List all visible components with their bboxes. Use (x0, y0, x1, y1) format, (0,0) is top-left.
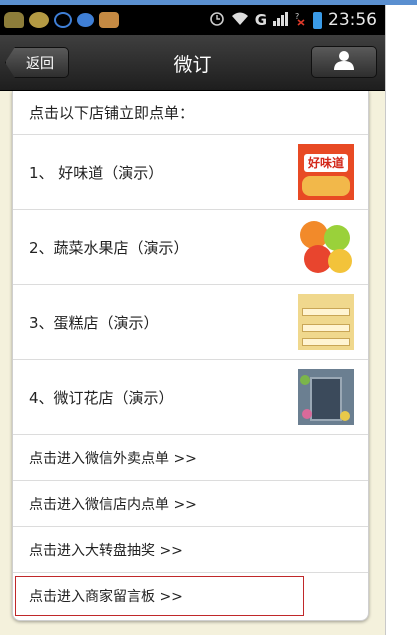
user-icon (333, 50, 355, 74)
signal-label: G (254, 11, 267, 29)
shop-item-2[interactable]: 2、蔬菜水果店（演示） (13, 210, 368, 285)
shop-item-4[interactable]: 4、微订花店（演示） (13, 360, 368, 435)
flower-shape (300, 375, 310, 385)
shelf-shape (302, 308, 350, 316)
alarm-icon (209, 10, 225, 30)
link-dine-in-order[interactable]: 点击进入微信店内点单 >> (13, 481, 368, 527)
thumbnail-brand-text: 好味道 (304, 154, 348, 172)
status-time: 23:56 (328, 10, 377, 30)
shop-item-3[interactable]: 3、蛋糕店（演示） (13, 285, 368, 360)
shop-item-label: 1、 好味道（演示） (29, 163, 164, 182)
link-label: 点击进入大转盘抽奖 >> (29, 542, 183, 559)
shop-list-card: 点击以下店铺立即点单： 1、 好味道（演示） 好味道 2、蔬菜水果店（演示） 3… (12, 91, 369, 621)
door-shape (310, 377, 342, 421)
fruit-shape (324, 225, 350, 251)
system-icons: G ? 23:56 (209, 10, 385, 30)
link-takeout-order[interactable]: 点击进入微信外卖点单 >> (13, 435, 368, 481)
shop-thumbnail (298, 369, 354, 425)
app-icon (4, 12, 24, 28)
notification-icons (0, 12, 119, 28)
shop-item-label: 2、蔬菜水果店（演示） (29, 238, 189, 257)
status-bar: G ? 23:56 (0, 5, 385, 35)
highlight-box (15, 576, 304, 616)
phone-screen: G ? 23:56 返回 微订 点击以下店铺立即点单： 1、 好味道（演示） 好… (0, 5, 385, 635)
message-icon (77, 13, 94, 27)
app-icon (99, 12, 119, 28)
flower-shape (302, 409, 312, 419)
list-header-text: 点击以下店铺立即点单： (29, 104, 195, 122)
profile-button[interactable] (311, 46, 377, 78)
link-label: 点击进入微信店内点单 >> (29, 496, 197, 513)
shop-item-label: 4、微订花店（演示） (29, 388, 174, 407)
flower-shape (340, 411, 350, 421)
signal-icon (273, 11, 289, 30)
nav-bar: 返回 微订 (0, 35, 385, 91)
window-edge (385, 5, 386, 635)
no-sim-icon: ? (295, 11, 307, 30)
shop-item-1[interactable]: 1、 好味道（演示） 好味道 (13, 135, 368, 210)
shop-thumbnail (298, 294, 354, 350)
shelf-shape (302, 338, 350, 346)
link-message-board[interactable]: 点击进入商家留言板 >> (13, 573, 368, 619)
shop-thumbnail: 好味道 (298, 144, 354, 200)
list-header: 点击以下店铺立即点单： (13, 91, 368, 135)
link-label: 点击进入微信外卖点单 >> (29, 450, 197, 467)
shop-thumbnail (298, 219, 354, 275)
app-icon (29, 12, 49, 28)
fruit-shape (328, 249, 352, 273)
food-image (302, 176, 350, 196)
link-lucky-wheel[interactable]: 点击进入大转盘抽奖 >> (13, 527, 368, 573)
shop-item-label: 3、蛋糕店（演示） (29, 313, 159, 332)
shelf-shape (302, 324, 350, 332)
wifi-icon (231, 11, 249, 30)
battery-icon (313, 11, 322, 29)
chat-bubble-icon (54, 12, 72, 28)
